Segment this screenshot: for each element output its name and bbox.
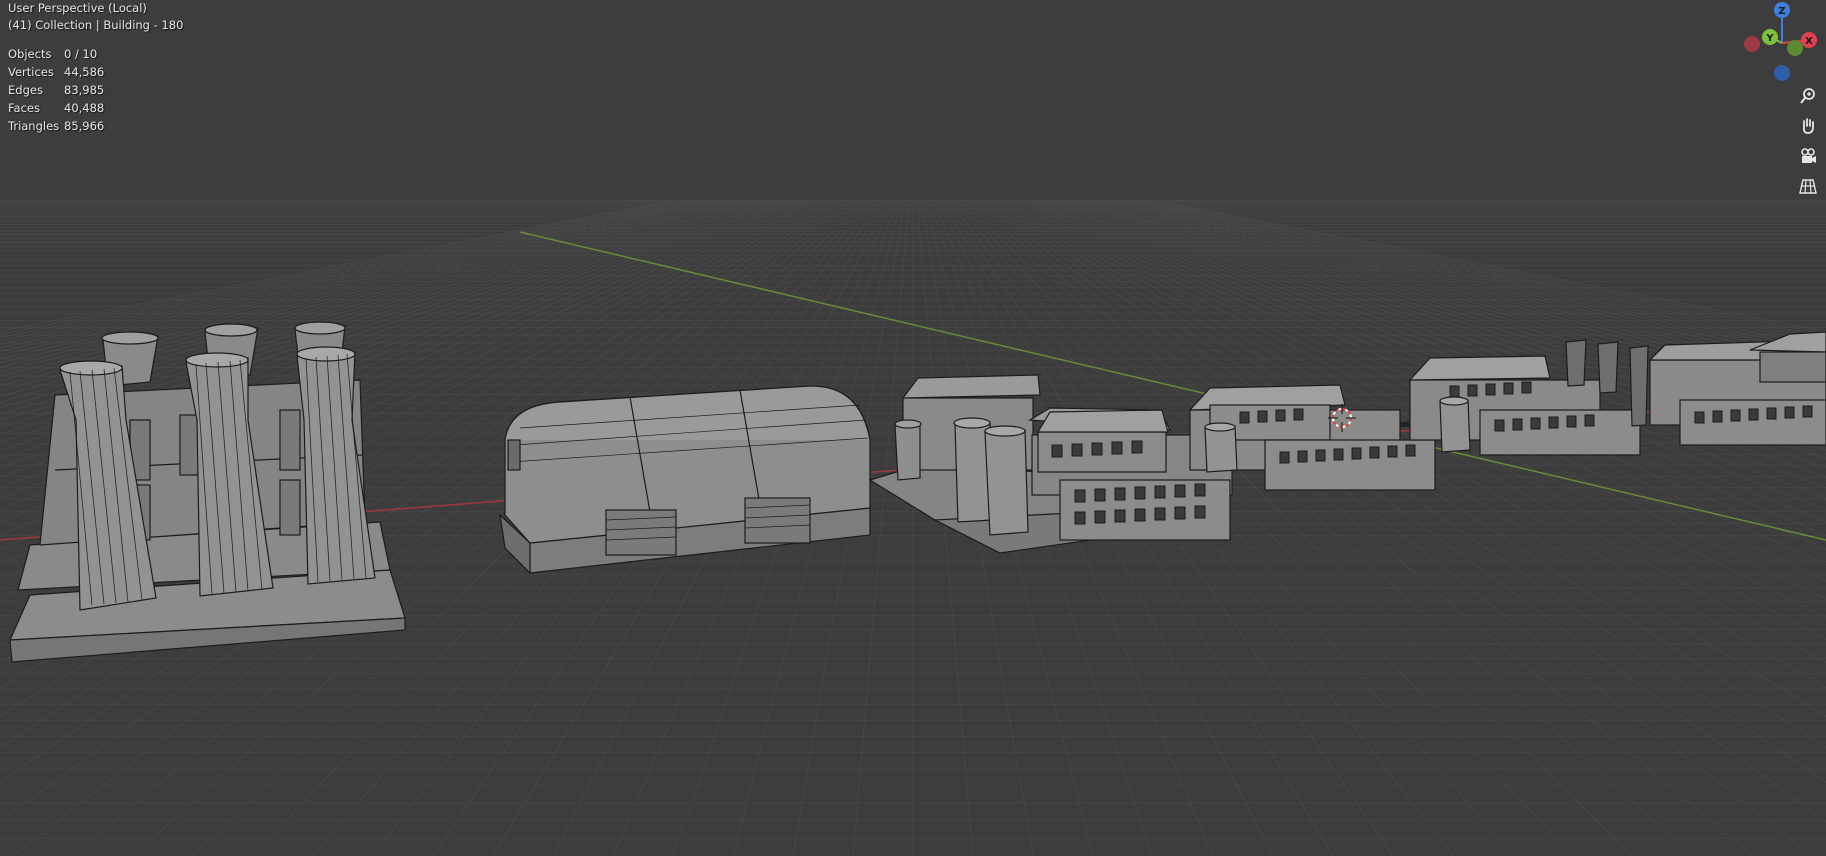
stat-label: Objects	[8, 47, 52, 61]
gizmo-neg-x[interactable]	[1744, 36, 1760, 52]
stat-row-objects: Objects 0 / 10	[8, 46, 104, 64]
factory-building-1[interactable]	[868, 374, 1233, 554]
grid-ortho-icon	[1799, 179, 1817, 194]
hand-pan-icon	[1802, 118, 1814, 134]
scene-statistics: Objects 0 / 10 Vertices 44,586 Edges 83,985…	[8, 46, 104, 136]
camera-view-button[interactable]	[1796, 144, 1820, 168]
gizmo-z-label: Z	[1778, 6, 1785, 17]
ortho-toggle-button[interactable]	[1796, 174, 1820, 198]
camera-view-icon	[1801, 148, 1816, 163]
pan-button[interactable]	[1796, 114, 1820, 138]
stat-label: Vertices	[8, 65, 54, 79]
stat-row-vertices: Vertices 44,586	[8, 64, 104, 82]
navigation-gizmo[interactable]: X Y Z	[1744, 2, 1817, 81]
stat-value: 40,488	[64, 101, 105, 115]
viewport-canvas[interactable]: X Y Z	[0, 0, 1826, 856]
stat-value: 85,966	[64, 119, 105, 133]
gizmo-neg-y[interactable]	[1787, 40, 1803, 56]
stat-row-triangles: Triangles 85,966	[8, 118, 104, 136]
collection-info: (41) Collection | Building - 180	[8, 18, 184, 32]
cooling-tower-building[interactable]	[9, 321, 406, 663]
3d-viewport[interactable]: X Y Z User Perspective (Local) (41) Coll…	[0, 0, 1826, 856]
gizmo-neg-z[interactable]	[1774, 65, 1790, 81]
gizmo-y-label: Y	[1765, 33, 1774, 44]
stat-row-edges: Edges 83,985	[8, 82, 104, 100]
factory-building-4[interactable]	[1648, 331, 1826, 446]
zoom-icon	[1800, 88, 1815, 104]
stat-label: Edges	[8, 83, 43, 97]
stat-value: 44,586	[64, 65, 105, 79]
factory-building-3[interactable]	[1408, 339, 1649, 456]
viewport-header-info: User Perspective (Local) (41) Collection…	[8, 0, 183, 34]
view-name: User Perspective (Local)	[8, 1, 147, 15]
stat-label: Faces	[8, 101, 40, 115]
zoom-button[interactable]	[1796, 84, 1820, 108]
gizmo-x-label: X	[1805, 36, 1813, 47]
stat-label: Triangles	[8, 119, 60, 133]
stat-value: 0 / 10	[64, 47, 98, 61]
hangar-building[interactable]	[499, 385, 871, 575]
stat-value: 83,985	[64, 83, 105, 97]
stat-row-faces: Faces 40,488	[8, 100, 104, 118]
